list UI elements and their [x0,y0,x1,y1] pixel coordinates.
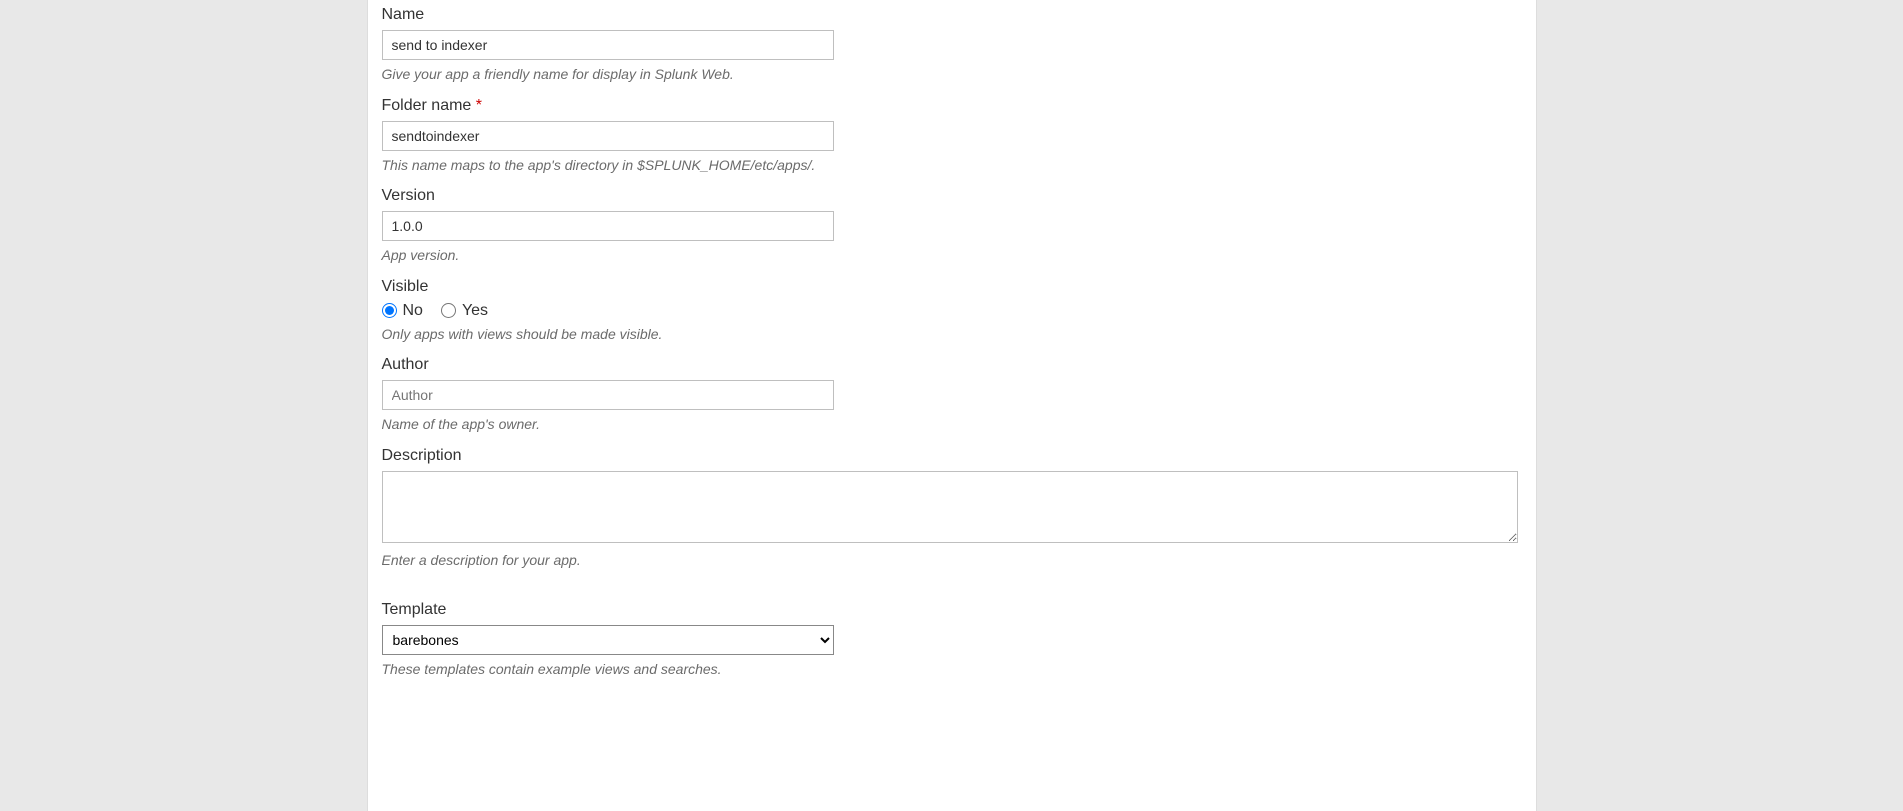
folder-name-input[interactable] [382,121,834,151]
version-input[interactable] [382,211,834,241]
template-select[interactable]: barebones [382,625,834,655]
folder-name-hint: This name maps to the app's directory in… [382,156,1522,176]
description-label: Description [382,447,1522,465]
version-label: Version [382,187,1522,205]
visible-no-option: No [382,302,423,320]
visible-yes-radio[interactable] [441,303,456,318]
spacer [382,577,1522,595]
folder-name-label-text: Folder name [382,97,472,114]
visible-no-radio[interactable] [382,303,397,318]
form-container: Name Give your app a friendly name for d… [367,0,1537,811]
description-hint: Enter a description for your app. [382,551,1522,571]
field-template: Template barebones These templates conta… [382,595,1522,686]
author-hint: Name of the app's owner. [382,415,1522,435]
field-visible: Visible No Yes Only apps with views shou… [382,272,1522,351]
visible-no-text: No [403,302,423,320]
field-name: Name Give your app a friendly name for d… [382,0,1522,91]
field-folder-name: Folder name * This name maps to the app'… [382,91,1522,182]
field-version: Version App version. [382,181,1522,272]
name-label: Name [382,6,1522,24]
name-hint: Give your app a friendly name for displa… [382,65,1522,85]
visible-yes-option: Yes [441,302,488,320]
template-hint: These templates contain example views an… [382,660,1522,680]
visible-hint: Only apps with views should be made visi… [382,325,1522,345]
visible-label: Visible [382,278,1522,296]
visible-radio-group: No Yes [382,302,1522,320]
description-textarea[interactable] [382,471,1518,543]
version-hint: App version. [382,246,1522,266]
folder-name-label: Folder name * [382,97,1522,115]
field-author: Author Name of the app's owner. [382,350,1522,441]
author-input[interactable] [382,380,834,410]
author-label: Author [382,356,1522,374]
name-input[interactable] [382,30,834,60]
required-star-icon: * [476,97,482,114]
field-description: Description Enter a description for your… [382,441,1522,577]
template-label: Template [382,601,1522,619]
visible-yes-text: Yes [462,302,488,320]
